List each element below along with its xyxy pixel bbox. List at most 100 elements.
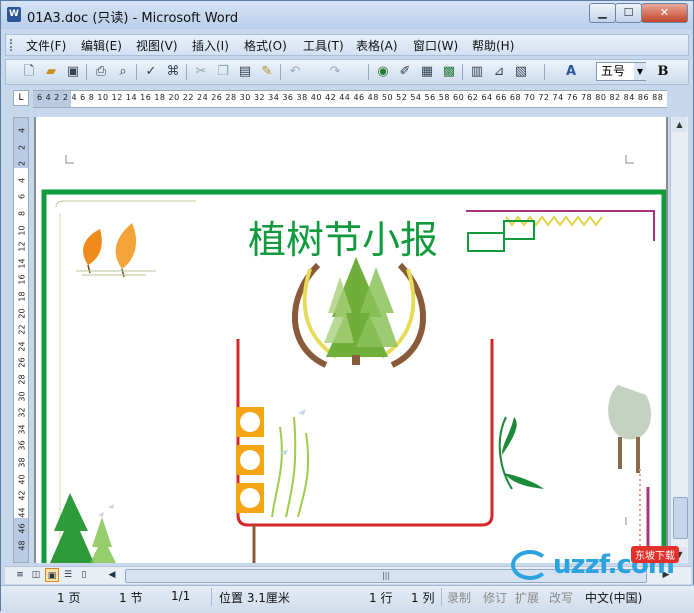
styles-icon[interactable]: A: [562, 63, 580, 81]
tree-icon: [50, 493, 94, 563]
print-layout-icon[interactable]: ▣: [45, 568, 59, 582]
bullet-circle: [240, 450, 260, 470]
status-separator: [441, 588, 442, 606]
brown-wreath-right: [390, 262, 426, 368]
undo-icon[interactable]: ↶: [286, 63, 304, 81]
ruler-number: 28: [17, 374, 27, 385]
ruler-number: 8: [17, 210, 27, 217]
status-ovr[interactable]: 改写: [549, 589, 573, 606]
tree-icon: [90, 517, 116, 563]
ruler-number: 22: [17, 324, 27, 335]
window-title: 01A3.doc (只读) - Microsoft Word: [27, 11, 239, 26]
menu-table[interactable]: 表格(A): [356, 37, 398, 54]
menu-insert[interactable]: 插入(I): [192, 37, 229, 54]
horizontal-ruler[interactable]: 6 4 2 2 4 6 8 10 12 14 16 18 20 22 24 26…: [33, 90, 667, 108]
decorative-line: [55, 200, 196, 208]
cut-icon[interactable]: ✂: [192, 63, 210, 81]
word-app-icon[interactable]: W: [7, 7, 21, 22]
status-column: 1 列: [411, 591, 435, 605]
drawing-icon[interactable]: ⊿: [490, 63, 508, 81]
open-folder-icon[interactable]: ▰: [42, 63, 60, 81]
green-deco-box: [503, 220, 535, 240]
chevron-down-icon[interactable]: ▼: [634, 63, 646, 80]
ruler-number: 46: [17, 523, 27, 534]
menu-file[interactable]: 文件(F): [26, 37, 66, 54]
ruler-number: 24: [17, 341, 27, 352]
ruler-number: 42: [17, 490, 27, 501]
vine-decoration: [271, 416, 310, 518]
bullet-circle: [240, 412, 260, 432]
minimize-button[interactable]: ▁: [589, 3, 616, 23]
columns-icon[interactable]: ▥: [468, 63, 486, 81]
status-language: 中文(中国): [585, 591, 643, 605]
ruler-number: 14: [17, 258, 27, 269]
menu-edit[interactable]: 编辑(E): [81, 37, 122, 54]
ruler-number: 44: [17, 507, 27, 518]
maximize-button[interactable]: ☐: [615, 3, 642, 23]
ruler-number: 36: [17, 440, 27, 451]
redo-icon[interactable]: ↷: [326, 63, 344, 81]
web-layout-icon[interactable]: ◫: [29, 568, 43, 582]
outline-view-icon[interactable]: ☰: [61, 568, 75, 582]
format-painter-icon[interactable]: ✎: [258, 63, 276, 81]
hyperlink-icon[interactable]: ◉: [374, 63, 392, 81]
menu-view[interactable]: 视图(V): [136, 37, 178, 54]
normal-view-icon[interactable]: ≡: [13, 568, 27, 582]
print-icon[interactable]: ⎙: [92, 63, 110, 81]
bold-button[interactable]: B: [654, 63, 672, 81]
menu-bar: 文件(F) 编辑(E) 视图(V) 插入(I) 格式(O) 工具(T) 表格(A…: [5, 34, 689, 56]
document-map-icon[interactable]: ▧: [512, 63, 530, 81]
status-ext[interactable]: 扩展: [515, 589, 539, 606]
scroll-left-icon[interactable]: ◀: [105, 568, 119, 582]
document-page[interactable]: 植树节小报: [36, 117, 666, 563]
print-preview-icon[interactable]: ⌕: [114, 63, 132, 81]
vertical-ruler[interactable]: 4 2 2 4 6 8 10 12 14 16 18 20 22 24 26 28 30 32 34 36 38 40 42…: [13, 117, 29, 563]
insert-table-icon[interactable]: ▦: [418, 63, 436, 81]
vertical-scrollbar[interactable]: ▲ ▼: [670, 117, 688, 563]
status-page-of: 1/1: [171, 589, 191, 603]
menu-tools[interactable]: 工具(T): [303, 37, 344, 54]
grass-line: [76, 270, 156, 276]
ruler-number: 26: [17, 357, 27, 368]
watermark-logo-icon: [511, 550, 549, 580]
menu-window[interactable]: 窗口(W): [413, 37, 458, 54]
reading-layout-icon[interactable]: ▯: [77, 568, 91, 582]
bullet-circle: [240, 488, 260, 508]
research-icon[interactable]: ⌘: [164, 63, 182, 81]
tree-trunk: [618, 437, 640, 473]
document-area[interactable]: 植树节小报: [34, 117, 668, 563]
ruler-number: 12: [17, 241, 27, 252]
status-rec[interactable]: 录制: [447, 589, 471, 606]
save-icon[interactable]: ▣: [64, 63, 82, 81]
new-document-icon[interactable]: 🗋: [20, 63, 38, 81]
ruler-number: 6: [17, 194, 27, 200]
tables-borders-icon[interactable]: ✐: [396, 63, 414, 81]
status-position: 位置 3.1厘米: [219, 591, 290, 605]
paste-icon[interactable]: ▤: [236, 63, 254, 81]
toolbar-separator: [368, 64, 369, 80]
tab-selector[interactable]: L: [13, 90, 29, 106]
newspaper-title: 植树节小报: [248, 218, 438, 262]
copy-icon[interactable]: ❐: [214, 63, 232, 81]
menu-grip-icon[interactable]: [10, 39, 15, 51]
menu-help[interactable]: 帮助(H): [472, 37, 514, 54]
scrollbar-thumb[interactable]: [673, 497, 688, 539]
ruler-number: 48: [17, 540, 27, 551]
green-deco-box: [467, 232, 505, 252]
tree-icon: [608, 385, 652, 440]
title-bar[interactable]: W 01A3.doc (只读) - Microsoft Word ▁ ☐ ✕: [1, 1, 693, 29]
brown-wreath-left: [292, 262, 328, 368]
close-button[interactable]: ✕: [641, 3, 688, 23]
spelling-icon[interactable]: ✓: [142, 63, 160, 81]
word-window: W 01A3.doc (只读) - Microsoft Word ▁ ☐ ✕ 文…: [0, 0, 694, 613]
newspaper-layout: 植树节小报: [41, 155, 666, 563]
status-bar: 1 页 1 节 1/1 位置 3.1厘米 1 行 1 列 录制 修订 扩展 改写…: [1, 585, 694, 613]
status-separator: [211, 588, 212, 606]
ruler-number: 20: [17, 308, 27, 319]
insert-excel-icon[interactable]: ▩: [440, 63, 458, 81]
menu-format[interactable]: 格式(O): [244, 37, 287, 54]
scroll-up-icon[interactable]: ▲: [672, 117, 687, 132]
status-trk[interactable]: 修订: [483, 589, 507, 606]
ruler-number: 2: [17, 144, 27, 150]
toolbar-separator: [280, 64, 281, 80]
